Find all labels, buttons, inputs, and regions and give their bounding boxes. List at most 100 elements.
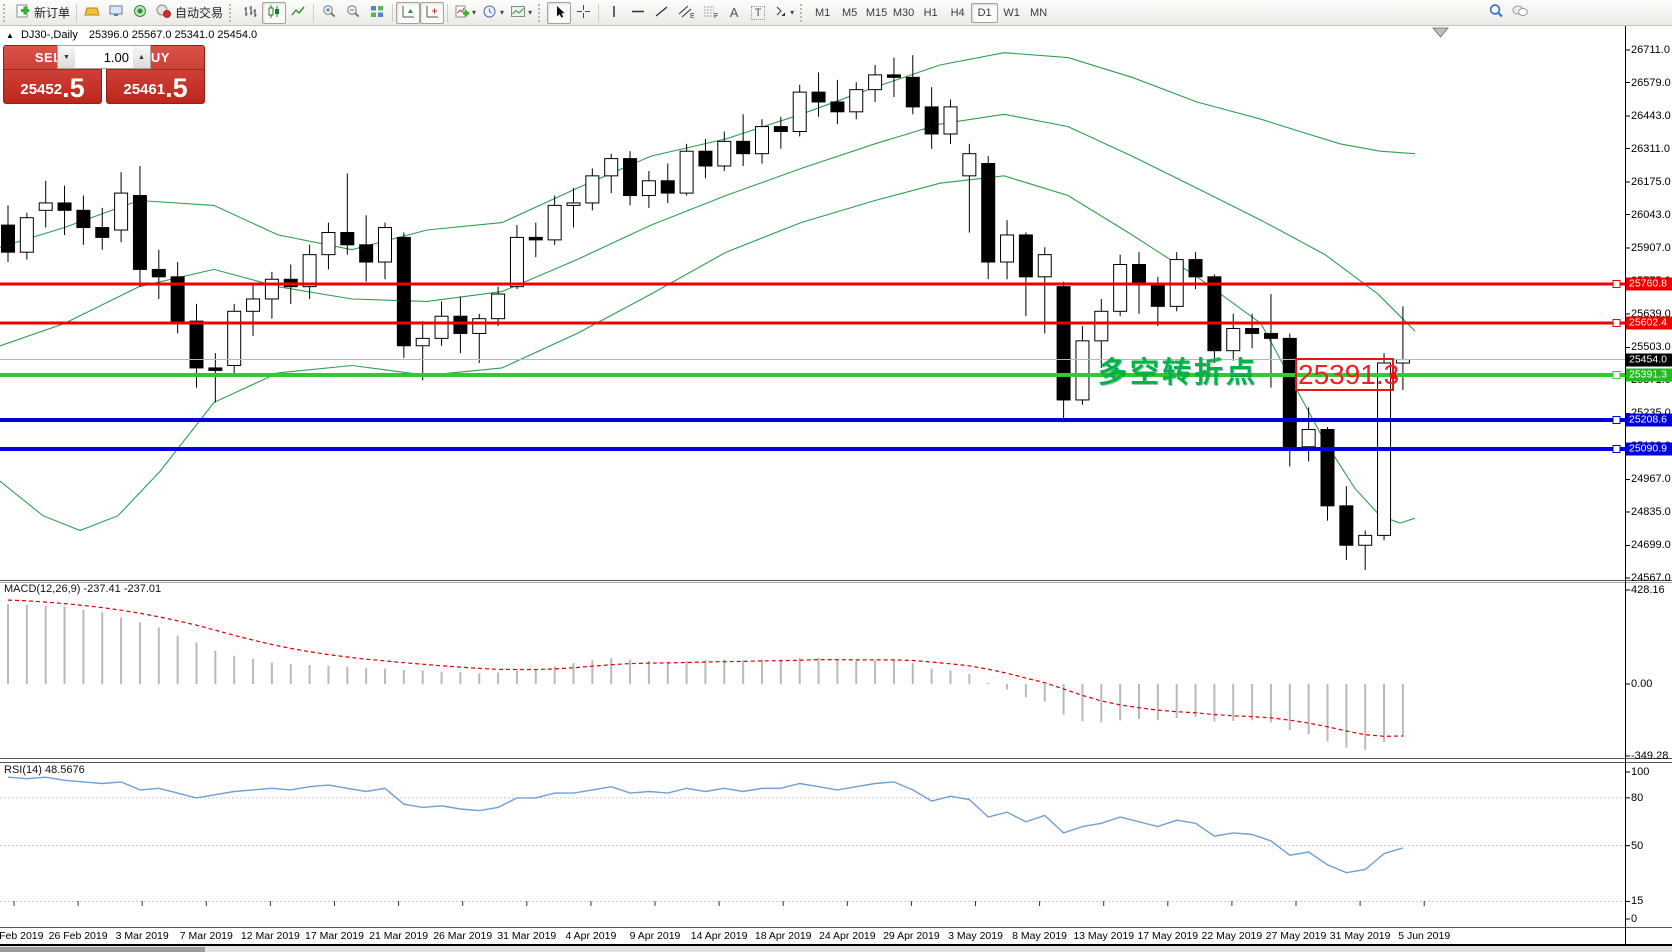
new-order-label: 新订单 bbox=[34, 4, 70, 21]
timeframe-m30[interactable]: M30 bbox=[890, 3, 917, 23]
timeframe-w1[interactable]: W1 bbox=[998, 3, 1025, 23]
timeframe-m5[interactable]: M5 bbox=[836, 3, 863, 23]
buy-price-int: 25461 bbox=[123, 81, 165, 98]
candlestick-chart-button[interactable] bbox=[262, 2, 286, 24]
cursor-button[interactable] bbox=[547, 2, 571, 24]
volume-increase-button[interactable]: ▲ bbox=[133, 46, 150, 68]
dropdown-caret-icon: ▾ bbox=[528, 8, 532, 17]
line-chart-button[interactable] bbox=[286, 2, 310, 24]
bar-chart-button[interactable] bbox=[238, 2, 262, 24]
level-handle[interactable] bbox=[1613, 372, 1620, 379]
annotation-handle[interactable] bbox=[1390, 373, 1396, 379]
periods-button[interactable]: ▾ bbox=[479, 2, 507, 24]
level-handle[interactable] bbox=[1613, 281, 1620, 288]
scrollbar-thumb[interactable] bbox=[0, 947, 205, 952]
toolbar-grip[interactable] bbox=[538, 4, 544, 22]
macd-name: MACD(12,26,9) bbox=[4, 583, 80, 595]
new-order-icon bbox=[15, 4, 30, 22]
auto-trading-button[interactable]: 自动交易 bbox=[152, 2, 226, 24]
cursor-icon bbox=[552, 4, 567, 22]
clock-icon bbox=[482, 4, 498, 22]
timeframe-mn[interactable]: MN bbox=[1025, 3, 1052, 23]
channel-icon: E bbox=[678, 4, 695, 22]
templates-button[interactable]: ▾ bbox=[507, 2, 535, 24]
horizontal-line-button[interactable] bbox=[626, 2, 650, 24]
sell-price-frac: .5 bbox=[62, 75, 85, 102]
rsi-name: RSI(14) bbox=[4, 764, 42, 776]
gold-bar-icon bbox=[84, 4, 100, 21]
macd-label: MACD(12,26,9) -237.41 -237.01 bbox=[4, 583, 161, 595]
rsi-line bbox=[8, 777, 1403, 873]
price-annotation-box[interactable]: 25391.3 bbox=[1295, 358, 1394, 391]
macd-value-2: -237.01 bbox=[124, 583, 161, 595]
turning-point-annotation[interactable]: 多空转折点 bbox=[1098, 349, 1258, 391]
trendline-icon bbox=[654, 4, 670, 22]
new-order-button[interactable]: 新订单 bbox=[12, 2, 73, 24]
timeframe-m15[interactable]: M15 bbox=[863, 3, 890, 23]
deposit-button[interactable] bbox=[80, 2, 104, 24]
crosshair-button[interactable] bbox=[571, 2, 595, 24]
candlestick-icon bbox=[266, 4, 282, 22]
vertical-line-button[interactable] bbox=[602, 2, 626, 24]
horizontal-scrollbar[interactable] bbox=[0, 945, 1672, 952]
panel-toggle-icon[interactable]: ▲ bbox=[6, 31, 14, 40]
terminal-button[interactable] bbox=[104, 2, 128, 24]
level-handle[interactable] bbox=[1613, 416, 1620, 423]
auto-trading-label: 自动交易 bbox=[175, 4, 223, 21]
template-icon bbox=[510, 4, 526, 22]
svg-text:F: F bbox=[714, 13, 718, 19]
fibonacci-button[interactable]: F bbox=[698, 2, 722, 24]
chart-shift-icon bbox=[424, 4, 440, 22]
auto-trading-icon bbox=[155, 4, 171, 21]
line-chart-icon bbox=[290, 4, 306, 22]
search-button[interactable] bbox=[1484, 1, 1508, 23]
toolbar-grip[interactable] bbox=[3, 4, 9, 22]
svg-text:E: E bbox=[690, 13, 695, 19]
volume-input[interactable]: 1.00 bbox=[75, 46, 133, 68]
mt4-window: 新订单 自动交易 bbox=[0, 0, 1672, 952]
candles bbox=[2, 55, 1410, 570]
auto-scroll-icon bbox=[400, 4, 416, 22]
buy-price: 25461.5 bbox=[107, 69, 204, 103]
rsi-label: RSI(14) 48.5676 bbox=[4, 764, 85, 776]
timeframe-h4[interactable]: H4 bbox=[944, 3, 971, 23]
chart-window[interactable] bbox=[0, 26, 1672, 952]
volume-decrease-button[interactable]: ▼ bbox=[58, 46, 75, 68]
level-handle[interactable] bbox=[1613, 445, 1620, 452]
toolbar: 新订单 自动交易 bbox=[0, 0, 1672, 26]
equidistant-channel-button[interactable]: E bbox=[674, 2, 698, 24]
text-label-icon: T bbox=[751, 6, 766, 20]
chat-button[interactable] bbox=[1508, 1, 1532, 23]
toolbar-grip[interactable] bbox=[229, 4, 235, 22]
trendline-button[interactable] bbox=[650, 2, 674, 24]
timeframe-d1[interactable]: D1 bbox=[971, 3, 998, 23]
arrows-icon bbox=[773, 4, 788, 22]
text-label-button[interactable]: T bbox=[746, 2, 770, 24]
tile-windows-button[interactable] bbox=[365, 2, 389, 24]
rsi-value: 48.5676 bbox=[45, 764, 85, 776]
bar-chart-icon bbox=[242, 4, 258, 22]
text-button[interactable]: A bbox=[722, 2, 746, 24]
chat-icon bbox=[1511, 3, 1529, 22]
timeframe-m1[interactable]: M1 bbox=[809, 3, 836, 23]
arrows-button[interactable]: ▾ bbox=[770, 2, 797, 24]
auto-scroll-button[interactable] bbox=[396, 2, 420, 24]
news-button[interactable] bbox=[128, 2, 152, 24]
indicators-button[interactable]: ▾ bbox=[451, 2, 479, 24]
crosshair-icon bbox=[576, 4, 591, 22]
chart-shift-marker[interactable] bbox=[1433, 28, 1448, 37]
timeframe-h1[interactable]: H1 bbox=[917, 3, 944, 23]
macd-histogram bbox=[8, 604, 1403, 750]
chart-shift-button[interactable] bbox=[420, 2, 444, 24]
zoom-in-button[interactable] bbox=[317, 2, 341, 24]
level-handle[interactable] bbox=[1613, 320, 1620, 327]
one-click-trading-panel: SELL 25452.5 BUY 25461.5 ▼ 1.00 ▲ bbox=[3, 45, 205, 104]
dropdown-caret-icon: ▾ bbox=[472, 8, 476, 17]
toolbar-grip[interactable] bbox=[800, 4, 806, 22]
sell-price: 25452.5 bbox=[4, 69, 101, 103]
zoom-out-button[interactable] bbox=[341, 2, 365, 24]
sell-price-int: 25452 bbox=[20, 81, 62, 98]
vertical-line-icon bbox=[607, 4, 621, 22]
monitor-icon bbox=[108, 4, 124, 21]
chart-canvas[interactable] bbox=[0, 26, 1672, 952]
